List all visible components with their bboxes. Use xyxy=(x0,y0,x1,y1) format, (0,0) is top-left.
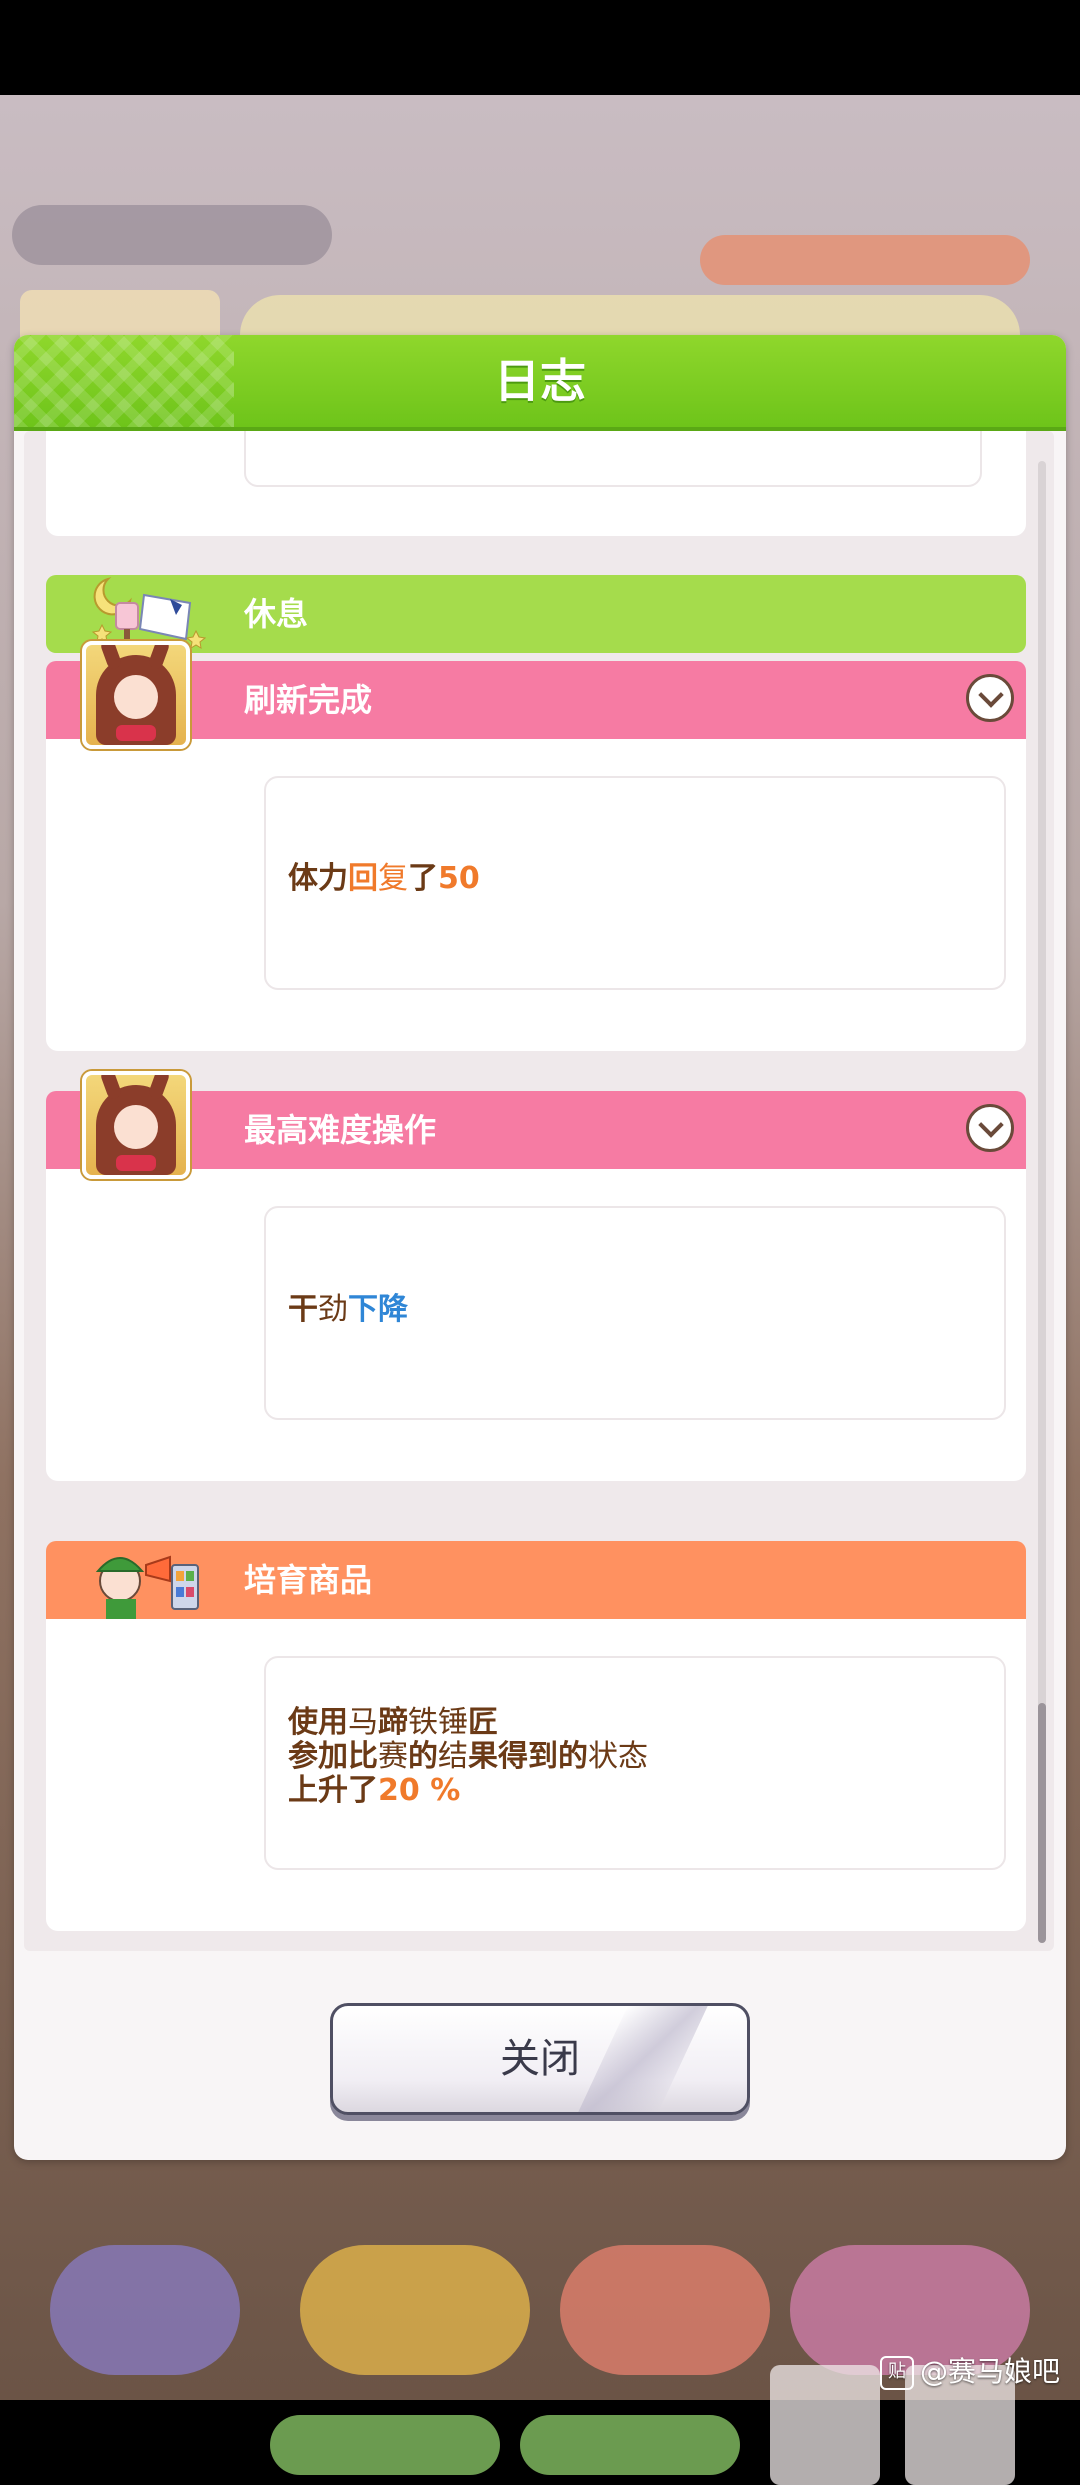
text-segment: 20 % xyxy=(378,1773,461,1808)
text-segment: 赛 xyxy=(378,1739,408,1774)
log-detail-text: 干劲下降 xyxy=(288,1293,408,1327)
text-segment: 50 xyxy=(438,861,480,896)
status-bar xyxy=(0,0,1080,95)
text-line: 使用马蹄铁锤匠 xyxy=(288,1706,648,1740)
watermark: 贴 @赛马娘吧 xyxy=(880,2352,1060,2392)
text-segment: 态 xyxy=(618,1739,648,1774)
text-segment: 结 xyxy=(438,1739,468,1774)
text-segment: 复 xyxy=(378,861,408,896)
close-button-label: 关闭 xyxy=(500,2036,580,2082)
text-segment: 状 xyxy=(588,1739,618,1774)
character-portrait-icon xyxy=(82,641,190,749)
text-line: 上升了20 % xyxy=(288,1774,648,1808)
log-dialog: 日志 休息 刷新完成 体力回复了50 最高难度操作 干劲下降 培育商品 使用马蹄… xyxy=(14,335,1066,2160)
scrollbar-thumb[interactable] xyxy=(1038,1703,1046,1943)
text-segment: 上升了 xyxy=(288,1773,378,1808)
text-segment: 蹄 xyxy=(378,1705,408,1740)
text-segment: 铁锤 xyxy=(408,1705,468,1740)
log-card-previous xyxy=(46,431,1026,536)
shop-clerk-icon xyxy=(95,1555,199,1619)
text-segment: 参加比 xyxy=(288,1739,378,1774)
log-entry-label: 培育商品 xyxy=(244,1561,373,1599)
text-segment: 回 xyxy=(348,861,378,896)
tieba-logo-icon: 贴 xyxy=(880,2356,914,2390)
scrollbar-track[interactable] xyxy=(1038,461,1046,1901)
watermark-text: @赛马娘吧 xyxy=(920,2355,1061,2388)
log-entry-label: 刷新完成 xyxy=(244,681,373,719)
text-segment: 马 xyxy=(348,1705,378,1740)
log-scroll-area[interactable]: 休息 刷新完成 体力回复了50 最高难度操作 干劲下降 培育商品 使用马蹄铁锤匠… xyxy=(24,431,1054,1951)
text-segment: 的 xyxy=(408,1739,438,1774)
character-portrait-icon xyxy=(82,1071,190,1179)
text-segment: 了 xyxy=(408,861,438,896)
log-entry-rest: 休息 xyxy=(46,575,1026,653)
log-detail-text: 使用马蹄铁锤匠 参加比赛的结果得到的状态 上升了20 % xyxy=(288,1706,648,1808)
text-segment: 体力 xyxy=(288,861,348,896)
log-entry-event-1[interactable]: 刷新完成 xyxy=(46,661,1026,739)
chevron-down-icon[interactable] xyxy=(966,1104,1014,1152)
log-entry-label: 最高难度操作 xyxy=(244,1111,437,1149)
dialog-header: 日志 xyxy=(14,335,1066,431)
close-button[interactable]: 关闭 xyxy=(330,2003,750,2115)
text-segment: 下降 xyxy=(348,1292,408,1327)
text-segment: 匠 xyxy=(468,1705,498,1740)
text-segment: 果得到的 xyxy=(468,1739,588,1774)
text-segment: 使用 xyxy=(288,1705,348,1740)
log-entry-event-2[interactable]: 最高难度操作 xyxy=(46,1091,1026,1169)
chevron-down-icon[interactable] xyxy=(966,674,1014,722)
log-entry-item: 培育商品 xyxy=(46,1541,1026,1619)
text-line: 参加比赛的结果得到的状态 xyxy=(288,1740,648,1774)
text-segment: 干 xyxy=(288,1292,318,1327)
log-entry-label: 休息 xyxy=(244,595,309,633)
log-detail-box xyxy=(244,431,982,487)
log-detail-text: 体力回复了50 xyxy=(288,862,480,896)
dialog-title: 日志 xyxy=(494,354,586,408)
text-segment: 劲 xyxy=(318,1292,348,1327)
